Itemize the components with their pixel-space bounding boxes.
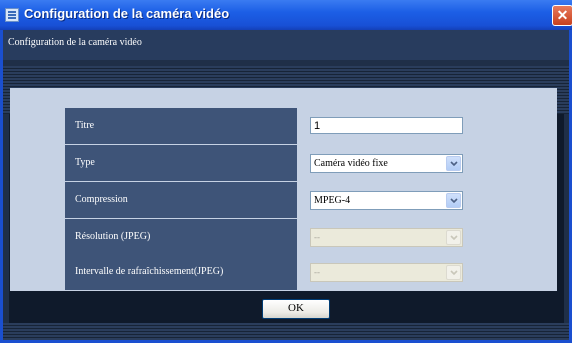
refresh-interval-label: Intervalle de rafraîchissement(JPEG) (75, 266, 224, 277)
header-title: Configuration de la caméra vidéo (8, 37, 142, 48)
refresh-interval-dropdown-button[interactable] (446, 265, 461, 280)
resolution-select-value: -- (314, 232, 320, 242)
type-dropdown-button[interactable] (446, 156, 461, 171)
chevron-down-icon (450, 161, 458, 167)
type-select[interactable]: Caméra vidéo fixe (310, 154, 463, 173)
resolution-label: Résolution (JPEG) (75, 231, 151, 242)
title-label-cell: Titre (65, 108, 297, 144)
type-label-cell: Type (65, 145, 297, 181)
refresh-interval-select[interactable]: -- (310, 263, 463, 282)
resolution-control-cell: -- (298, 219, 531, 255)
refresh-control-cell: -- (298, 254, 531, 290)
type-control-cell: Caméra vidéo fixe (298, 145, 531, 181)
chevron-down-icon (450, 270, 458, 276)
compression-select[interactable]: MPEG-4 (310, 191, 463, 210)
decorative-stripes (3, 323, 569, 340)
resolution-select[interactable]: -- (310, 228, 463, 247)
compression-label-cell: Compression (65, 182, 297, 218)
refresh-interval-select-value: -- (314, 267, 320, 277)
type-label: Type (75, 157, 95, 168)
chevron-down-icon (450, 198, 458, 204)
dialog-window: Configuration de la caméra vidéo ✕ Confi… (0, 0, 572, 343)
row-title: Titre (65, 108, 531, 144)
row-refresh-interval: Intervalle de rafraîchissement(JPEG) -- (65, 254, 531, 290)
title-bar[interactable]: Configuration de la caméra vidéo ✕ (0, 0, 572, 30)
close-icon: ✕ (556, 7, 569, 23)
title-input[interactable] (310, 117, 463, 134)
compression-control-cell: MPEG-4 (298, 182, 531, 218)
refresh-label-cell: Intervalle de rafraîchissement(JPEG) (65, 254, 297, 290)
title-control-cell (298, 108, 531, 144)
window-title: Configuration de la caméra vidéo (24, 6, 230, 21)
row-resolution: Résolution (JPEG) -- (65, 219, 531, 255)
compression-dropdown-button[interactable] (446, 193, 461, 208)
row-compression: Compression MPEG-4 (65, 182, 531, 218)
header-bar: Configuration de la caméra vidéo (3, 30, 569, 60)
compression-select-value: MPEG-4 (314, 195, 351, 206)
window-icon (5, 8, 19, 22)
chevron-down-icon (450, 235, 458, 241)
ok-button[interactable]: OK (262, 299, 330, 319)
close-button[interactable]: ✕ (552, 5, 572, 26)
resolution-dropdown-button[interactable] (446, 230, 461, 245)
row-type: Type Caméra vidéo fixe (65, 145, 531, 181)
resolution-label-cell: Résolution (JPEG) (65, 219, 297, 255)
compression-label: Compression (75, 194, 128, 205)
title-label: Titre (75, 120, 95, 131)
type-select-value: Caméra vidéo fixe (314, 158, 388, 169)
